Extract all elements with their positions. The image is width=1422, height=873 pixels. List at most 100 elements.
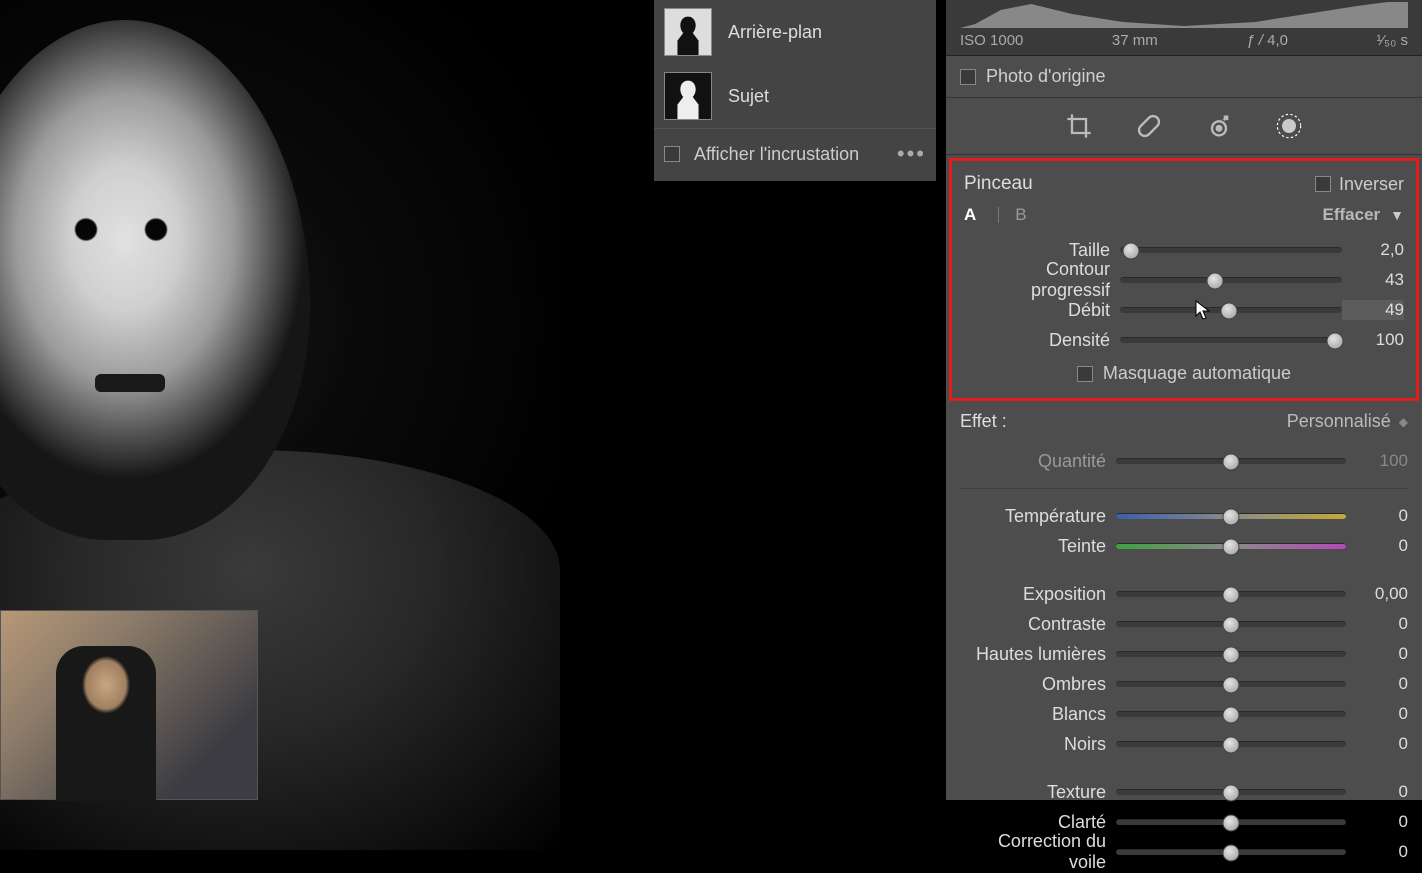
brush-panel: Pinceau Inverser A B Effacer ▼ Taille 2,…: [949, 158, 1419, 401]
temperature-thumb[interactable]: [1223, 508, 1240, 525]
feather-thumb[interactable]: [1207, 272, 1224, 289]
temperature-slider[interactable]: [1116, 513, 1346, 519]
mask-item-background[interactable]: Arrière-plan: [654, 0, 936, 64]
density-slider[interactable]: [1120, 337, 1342, 343]
divider: [960, 488, 1408, 489]
effect-row[interactable]: Effet : Personnalisé ◆: [946, 401, 1422, 442]
original-photo-checkbox[interactable]: [960, 69, 976, 85]
shadows-label: Ombres: [960, 674, 1116, 695]
exposure-slider[interactable]: [1116, 591, 1346, 597]
amount-value[interactable]: 100: [1346, 451, 1408, 471]
automask-checkbox[interactable]: [1077, 366, 1093, 382]
show-overlay-row: Afficher l'incrustation •••: [654, 128, 936, 181]
size-label: Taille: [964, 240, 1120, 261]
mask-thumb-subject-icon: [664, 72, 712, 120]
develop-panel: ISO 1000 37 mm ƒ / 4,0 ¹⁄₅₀ s Photo d'or…: [946, 0, 1422, 800]
masking-tool-icon[interactable]: [1275, 112, 1303, 140]
exposure-thumb[interactable]: [1223, 586, 1240, 603]
temperature-value[interactable]: 0: [1346, 506, 1408, 526]
shadows-slider[interactable]: [1116, 681, 1346, 687]
tool-strip: [946, 98, 1422, 155]
whites-thumb[interactable]: [1223, 706, 1240, 723]
exposure-label: Exposition: [960, 584, 1116, 605]
photo-subject-face: [0, 20, 310, 540]
amount-thumb[interactable]: [1223, 453, 1240, 470]
whites-value[interactable]: 0: [1346, 704, 1408, 724]
contrast-thumb[interactable]: [1223, 616, 1240, 633]
feather-label: Contour progressif: [964, 259, 1120, 301]
brush-erase[interactable]: Effacer: [1323, 205, 1381, 225]
tint-value[interactable]: 0: [1346, 536, 1408, 556]
brush-collapse-icon[interactable]: ▼: [1390, 207, 1404, 223]
blacks-thumb[interactable]: [1223, 736, 1240, 753]
dehaze-value[interactable]: 0: [1346, 842, 1408, 862]
brush-tab-b[interactable]: B: [1015, 205, 1026, 225]
brush-tab-a[interactable]: A: [964, 205, 976, 225]
feather-slider[interactable]: [1120, 277, 1342, 283]
density-value[interactable]: 100: [1342, 330, 1404, 350]
clarity-thumb[interactable]: [1223, 814, 1240, 831]
blacks-value[interactable]: 0: [1346, 734, 1408, 754]
size-thumb[interactable]: [1123, 242, 1140, 259]
shadows-thumb[interactable]: [1223, 676, 1240, 693]
invert-label: Inverser: [1339, 174, 1404, 195]
mask-label-subject: Sujet: [728, 86, 769, 107]
shadows-value[interactable]: 0: [1346, 674, 1408, 694]
histogram-shutter: ¹⁄₅₀ s: [1377, 32, 1408, 49]
whites-slider[interactable]: [1116, 711, 1346, 717]
flow-value[interactable]: 49: [1342, 300, 1404, 320]
histogram[interactable]: ISO 1000 37 mm ƒ / 4,0 ¹⁄₅₀ s: [946, 0, 1422, 56]
clarity-label: Clarté: [960, 812, 1116, 833]
highlights-thumb[interactable]: [1223, 646, 1240, 663]
contrast-label: Contraste: [960, 614, 1116, 635]
texture-slider[interactable]: [1116, 789, 1346, 795]
effect-caret-icon: ◆: [1399, 415, 1408, 429]
overlay-more-icon[interactable]: •••: [897, 141, 926, 167]
original-photo-label: Photo d'origine: [986, 66, 1106, 87]
contrast-value[interactable]: 0: [1346, 614, 1408, 634]
crop-tool-icon[interactable]: [1065, 112, 1093, 140]
texture-value[interactable]: 0: [1346, 782, 1408, 802]
show-overlay-label: Afficher l'incrustation: [694, 144, 883, 165]
invert-checkbox[interactable]: [1315, 176, 1331, 192]
tint-slider[interactable]: [1116, 543, 1346, 549]
amount-label: Quantité: [960, 451, 1116, 472]
brush-tab-divider: [998, 207, 999, 223]
clarity-slider[interactable]: [1116, 819, 1346, 825]
show-overlay-checkbox[interactable]: [664, 146, 680, 162]
density-thumb[interactable]: [1327, 332, 1344, 349]
dehaze-thumb[interactable]: [1223, 844, 1240, 861]
flow-slider[interactable]: [1120, 307, 1342, 313]
amount-slider[interactable]: [1116, 458, 1346, 464]
dehaze-slider[interactable]: [1116, 849, 1346, 855]
heal-tool-icon[interactable]: [1135, 112, 1163, 140]
feather-value[interactable]: 43: [1342, 270, 1404, 290]
tint-label: Teinte: [960, 536, 1116, 557]
clarity-value[interactable]: 0: [1346, 812, 1408, 832]
texture-thumb[interactable]: [1223, 784, 1240, 801]
effect-value: Personnalisé: [1287, 411, 1391, 432]
highlights-slider[interactable]: [1116, 651, 1346, 657]
histogram-graph-icon: [960, 0, 1408, 28]
contrast-slider[interactable]: [1116, 621, 1346, 627]
size-slider[interactable]: [1120, 247, 1342, 253]
histogram-focal: 37 mm: [1112, 32, 1158, 49]
mask-label-background: Arrière-plan: [728, 22, 822, 43]
exposure-value[interactable]: 0,00: [1346, 584, 1408, 604]
tint-thumb[interactable]: [1223, 538, 1240, 555]
photo-canvas[interactable]: [0, 0, 560, 800]
blacks-slider[interactable]: [1116, 741, 1346, 747]
texture-label: Texture: [960, 782, 1116, 803]
density-label: Densité: [964, 330, 1120, 351]
size-value[interactable]: 2,0: [1342, 240, 1404, 260]
histogram-iso: ISO 1000: [960, 32, 1023, 49]
redeye-tool-icon[interactable]: [1205, 112, 1233, 140]
mask-item-subject[interactable]: Sujet: [654, 64, 936, 128]
flow-thumb[interactable]: [1220, 302, 1237, 319]
highlights-value[interactable]: 0: [1346, 644, 1408, 664]
highlights-label: Hautes lumières: [960, 644, 1116, 665]
mask-list-panel: Arrière-plan Sujet Afficher l'incrustati…: [654, 0, 936, 181]
dehaze-label: Correction du voile: [960, 831, 1116, 873]
presenter-figure: [56, 646, 156, 801]
original-photo-row: Photo d'origine: [946, 56, 1422, 98]
